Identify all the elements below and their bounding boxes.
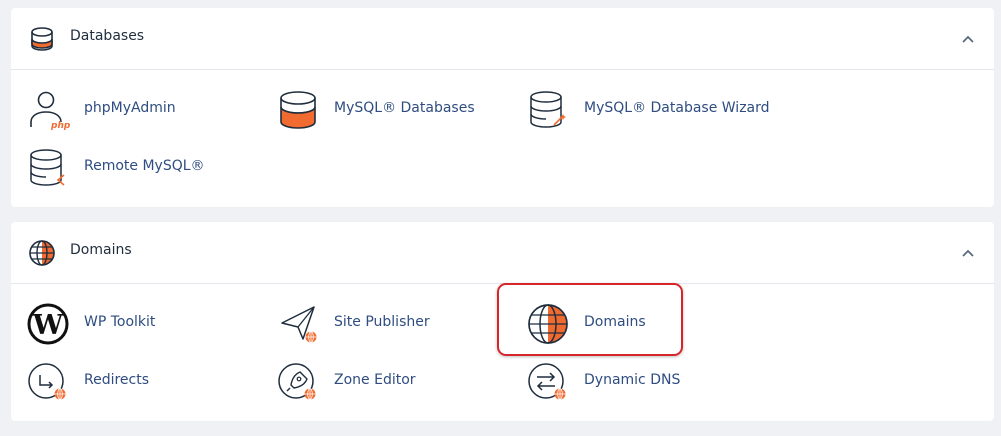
wp-toolkit-label: WP Toolkit — [84, 314, 156, 330]
wp-toolkit-item[interactable]: W WP Toolkit — [11, 299, 241, 349]
zone-editor-icon — [278, 363, 316, 400]
dynamic-dns-item[interactable]: Dynamic DNS — [511, 357, 741, 407]
databases-panel-header[interactable]: Databases — [11, 8, 994, 70]
domains-panel-title: Domains — [70, 242, 132, 258]
redirects-item[interactable]: Redirects — [11, 357, 241, 407]
remote-mysql-icon — [30, 149, 65, 186]
mysql-databases-label: MySQL® Databases — [334, 100, 475, 116]
mysql-databases-item[interactable]: MySQL® Databases — [261, 85, 491, 135]
phpmyadmin-label: phpMyAdmin — [84, 100, 176, 116]
redirects-icon — [28, 363, 66, 400]
svg-text:php: php — [50, 121, 70, 131]
phpmyadmin-item[interactable]: php phpMyAdmin — [11, 85, 241, 135]
mysql-databases-icon — [280, 91, 316, 129]
domains-highlight-box — [497, 283, 683, 356]
zone-editor-label: Zone Editor — [334, 372, 416, 388]
wordpress-icon: W — [27, 303, 69, 345]
databases-panel-title: Databases — [70, 28, 145, 44]
remote-mysql-label: Remote MySQL® — [84, 158, 205, 174]
domains-panel-header[interactable]: Domains — [11, 222, 994, 284]
databases-panel: Databases php phpMyAdmin MySQL® Database… — [11, 8, 994, 207]
phpmyadmin-icon: php — [30, 91, 70, 131]
zone-editor-item[interactable]: Zone Editor — [261, 357, 491, 407]
database-icon — [31, 27, 53, 51]
globe-icon — [29, 240, 55, 266]
site-publisher-item[interactable]: Site Publisher — [261, 299, 491, 349]
svg-text:W: W — [32, 310, 64, 341]
chevron-up-icon[interactable] — [961, 32, 975, 46]
mysql-wizard-label: MySQL® Database Wizard — [584, 100, 770, 116]
site-publisher-icon — [281, 306, 317, 343]
dynamic-dns-icon — [528, 363, 566, 400]
site-publisher-label: Site Publisher — [334, 314, 430, 330]
chevron-up-icon[interactable] — [961, 246, 975, 260]
remote-mysql-item[interactable]: Remote MySQL® — [11, 143, 241, 193]
dynamic-dns-label: Dynamic DNS — [584, 372, 681, 388]
mysql-wizard-icon — [530, 91, 566, 128]
mysql-wizard-item[interactable]: MySQL® Database Wizard — [511, 85, 770, 135]
redirects-label: Redirects — [84, 372, 150, 388]
